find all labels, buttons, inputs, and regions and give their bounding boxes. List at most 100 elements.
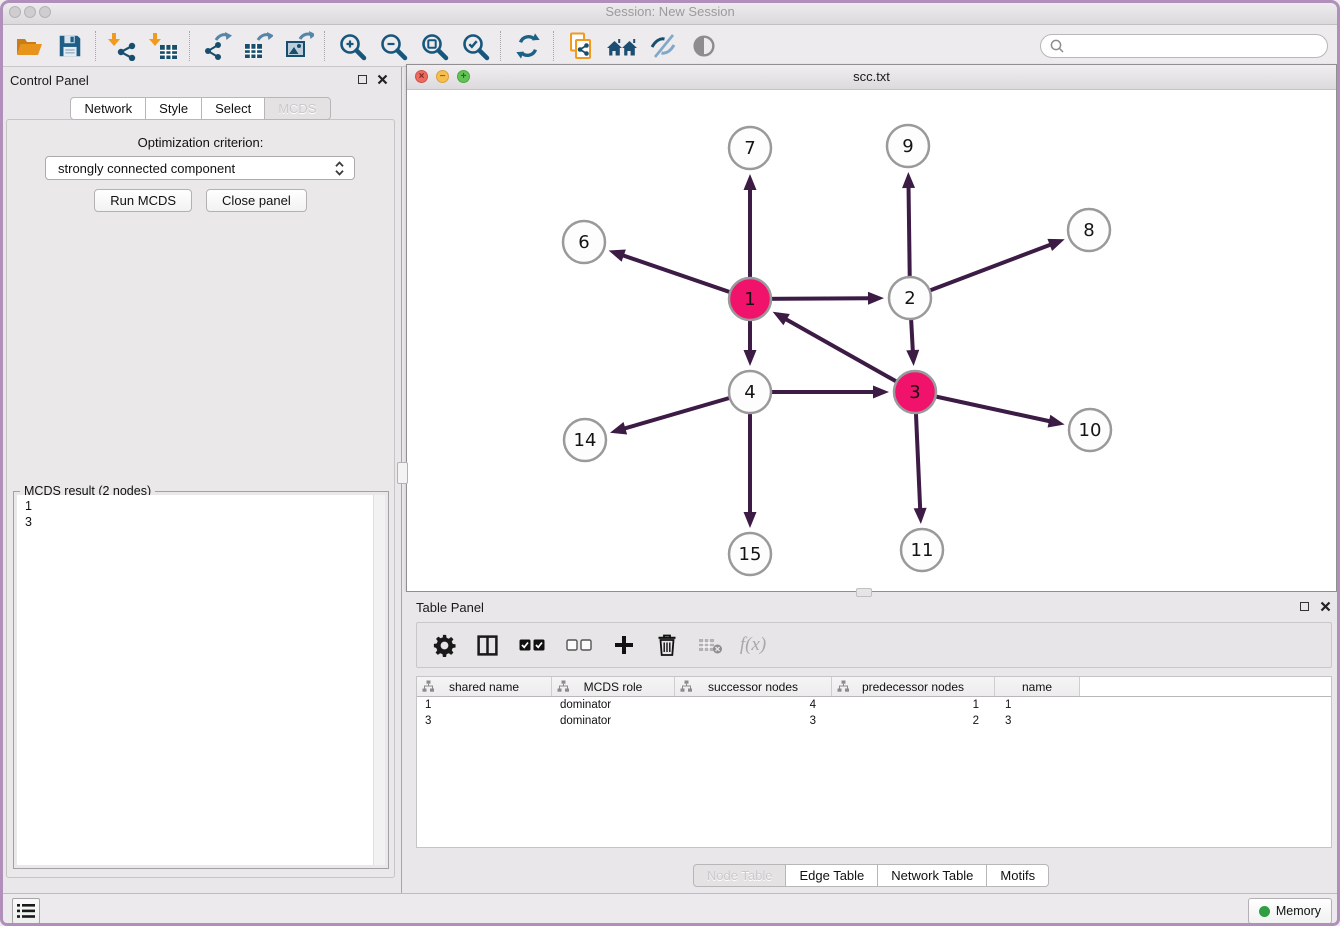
- search-input[interactable]: [1065, 38, 1309, 54]
- table-cell[interactable]: 4: [675, 697, 832, 713]
- control-panel-tabs: NetworkStyleSelectMCDS: [0, 97, 401, 120]
- network-window-title: scc.txt: [407, 69, 1336, 84]
- node-table[interactable]: shared name MCDS role successor nodes prede…: [416, 676, 1332, 848]
- network-canvas[interactable]: 7968124314101511: [407, 90, 1336, 591]
- export-image-icon[interactable]: [278, 28, 319, 64]
- result-scrollbar[interactable]: [373, 495, 385, 865]
- column-hierarchy-icon: [422, 680, 435, 696]
- graph-node-label: 4: [744, 382, 755, 403]
- table-cell[interactable]: 2: [832, 713, 995, 729]
- status-bar: Memory: [0, 893, 1340, 926]
- graph-edge-arrowhead: [610, 422, 627, 434]
- graph-node-label: 11: [911, 540, 934, 561]
- graph-node-label: 2: [904, 288, 915, 309]
- network-window-titlebar[interactable]: × − + scc.txt: [407, 65, 1336, 90]
- graph-node-label: 3: [909, 382, 920, 403]
- table-cell[interactable]: 1: [832, 697, 995, 713]
- graph-node-label: 1: [744, 289, 755, 310]
- float-panel-icon[interactable]: [358, 75, 367, 84]
- table-row[interactable]: 1dominator411: [417, 697, 1331, 713]
- graph-node-label: 10: [1079, 420, 1102, 441]
- tab-network[interactable]: Network: [70, 97, 146, 120]
- column-header-successor-nodes[interactable]: successor nodes: [675, 677, 832, 696]
- tab-mcds[interactable]: MCDS: [265, 97, 330, 120]
- zoom-fit-icon[interactable]: [413, 28, 454, 64]
- column-header-label: successor nodes: [708, 680, 798, 694]
- graph-edge-arrowhead: [609, 249, 626, 261]
- graph-edge-arrowhead: [873, 386, 889, 399]
- table-tab-node-table[interactable]: Node Table: [693, 864, 787, 887]
- control-panel-title: Control Panel: [10, 73, 89, 88]
- splitter-handle-horizontal[interactable]: [856, 588, 872, 597]
- search-box[interactable]: [1040, 34, 1328, 58]
- table-settings-gear-icon[interactable]: [431, 630, 457, 660]
- open-folder-icon[interactable]: [8, 28, 49, 64]
- run-mcds-button[interactable]: Run MCDS: [94, 189, 192, 212]
- close-panel-button[interactable]: Close panel: [206, 189, 307, 212]
- column-header-MCDS-role[interactable]: MCDS role: [552, 677, 675, 696]
- graph-node-label: 7: [744, 138, 755, 159]
- table-cell[interactable]: 3: [417, 713, 552, 729]
- import-table-icon[interactable]: [143, 28, 184, 64]
- float-table-panel-icon[interactable]: [1300, 602, 1309, 611]
- optimization-criterion-label: Optimization criterion:: [7, 135, 394, 150]
- zoom-in-icon[interactable]: [331, 28, 372, 64]
- add-column-icon[interactable]: [611, 630, 637, 660]
- column-header-name[interactable]: name: [995, 677, 1080, 696]
- graph-edge-2-8[interactable]: [910, 244, 1052, 298]
- criterion-select[interactable]: strongly connected component: [45, 156, 355, 180]
- tab-select[interactable]: Select: [202, 97, 265, 120]
- table-tab-network-table[interactable]: Network Table: [878, 864, 987, 887]
- table-toolbar: f(x): [416, 622, 1332, 668]
- table-cell[interactable]: dominator: [552, 713, 675, 729]
- mcds-result-list[interactable]: 1 3: [17, 495, 385, 865]
- close-panel-icon[interactable]: [377, 74, 388, 85]
- tab-style[interactable]: Style: [146, 97, 202, 120]
- function-builder-disabled-icon: f(x): [740, 630, 766, 660]
- splitter-handle-vertical[interactable]: [397, 462, 408, 484]
- save-session-icon[interactable]: [49, 28, 90, 64]
- table-cell[interactable]: dominator: [552, 697, 675, 713]
- column-header-label: MCDS role: [584, 680, 643, 694]
- table-row[interactable]: 3dominator323: [417, 713, 1331, 729]
- window-title: Session: New Session: [0, 4, 1340, 19]
- table-cell[interactable]: 1: [995, 697, 1080, 713]
- task-history-button[interactable]: [12, 898, 40, 924]
- table-cell[interactable]: 3: [675, 713, 832, 729]
- table-panel: Table Panel f(x): [402, 592, 1340, 893]
- homes-icon[interactable]: [601, 28, 642, 64]
- graph-node-label: 6: [578, 232, 589, 253]
- memory-label: Memory: [1276, 904, 1321, 918]
- column-hierarchy-icon: [837, 680, 850, 696]
- graph-edge-arrowhead: [744, 174, 757, 190]
- import-network-icon[interactable]: [102, 28, 143, 64]
- export-network-icon[interactable]: [196, 28, 237, 64]
- graph-edge-3-1[interactable]: [785, 319, 915, 392]
- zoom-out-icon[interactable]: [372, 28, 413, 64]
- toolbar-separator: [189, 31, 191, 61]
- select-all-checkboxes-icon[interactable]: [517, 630, 547, 660]
- graph-edge-arrowhead: [1047, 239, 1064, 251]
- close-table-panel-icon[interactable]: [1320, 601, 1331, 612]
- memory-button[interactable]: Memory: [1248, 898, 1332, 924]
- delete-column-icon[interactable]: [654, 630, 680, 660]
- deselect-all-checkboxes-icon[interactable]: [564, 630, 594, 660]
- graph-node-label: 14: [574, 430, 597, 451]
- refresh-layout-icon[interactable]: [507, 28, 548, 64]
- eye-disabled-icon[interactable]: [683, 28, 724, 64]
- export-table-icon[interactable]: [237, 28, 278, 64]
- vizmap-eye-slash-icon[interactable]: [642, 28, 683, 64]
- copy-network-icon[interactable]: [560, 28, 601, 64]
- table-tab-edge-table[interactable]: Edge Table: [786, 864, 878, 887]
- table-cell[interactable]: 3: [995, 713, 1080, 729]
- graph-node-label: 8: [1083, 220, 1094, 241]
- graph-edge-arrowhead: [902, 172, 915, 188]
- table-tabs: Node TableEdge TableNetwork TableMotifs: [402, 864, 1340, 887]
- graph-node-label: 9: [902, 136, 913, 157]
- table-tab-motifs[interactable]: Motifs: [987, 864, 1049, 887]
- column-layout-icon[interactable]: [474, 630, 500, 660]
- table-cell[interactable]: 1: [417, 697, 552, 713]
- column-header-predecessor-nodes[interactable]: predecessor nodes: [832, 677, 995, 696]
- column-header-shared-name[interactable]: shared name: [417, 677, 552, 696]
- zoom-selected-icon[interactable]: [454, 28, 495, 64]
